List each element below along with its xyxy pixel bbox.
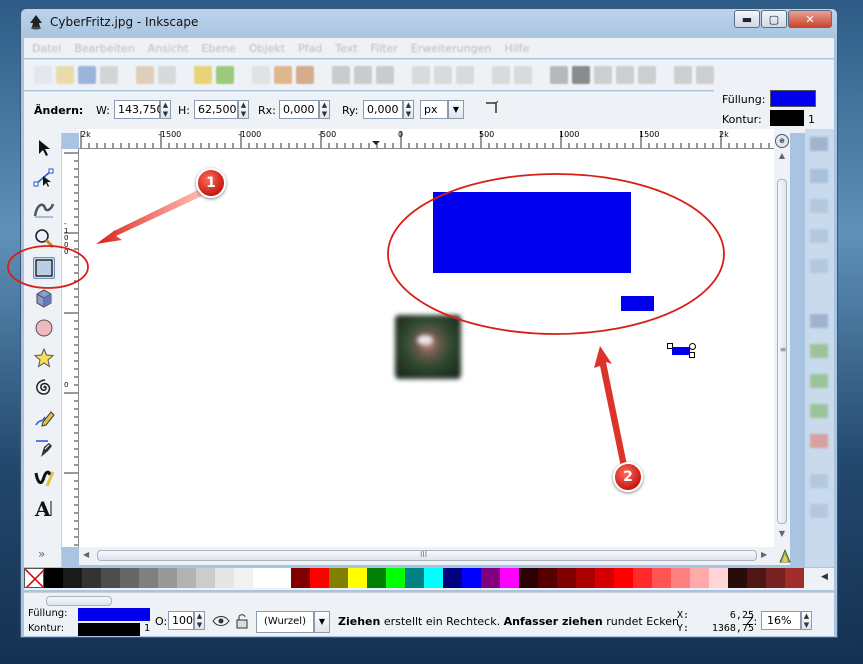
annotation-badge-2: 2	[613, 462, 643, 492]
annotation-badge-1: 1	[196, 168, 226, 198]
arrow-to-rectangles	[594, 346, 628, 472]
rectangles-highlight-ellipse	[387, 173, 725, 335]
rectangle-tool-highlight-ellipse	[7, 245, 89, 289]
arrow-to-rectangle-tool	[96, 190, 202, 244]
annotation-overlay	[7, 173, 725, 472]
